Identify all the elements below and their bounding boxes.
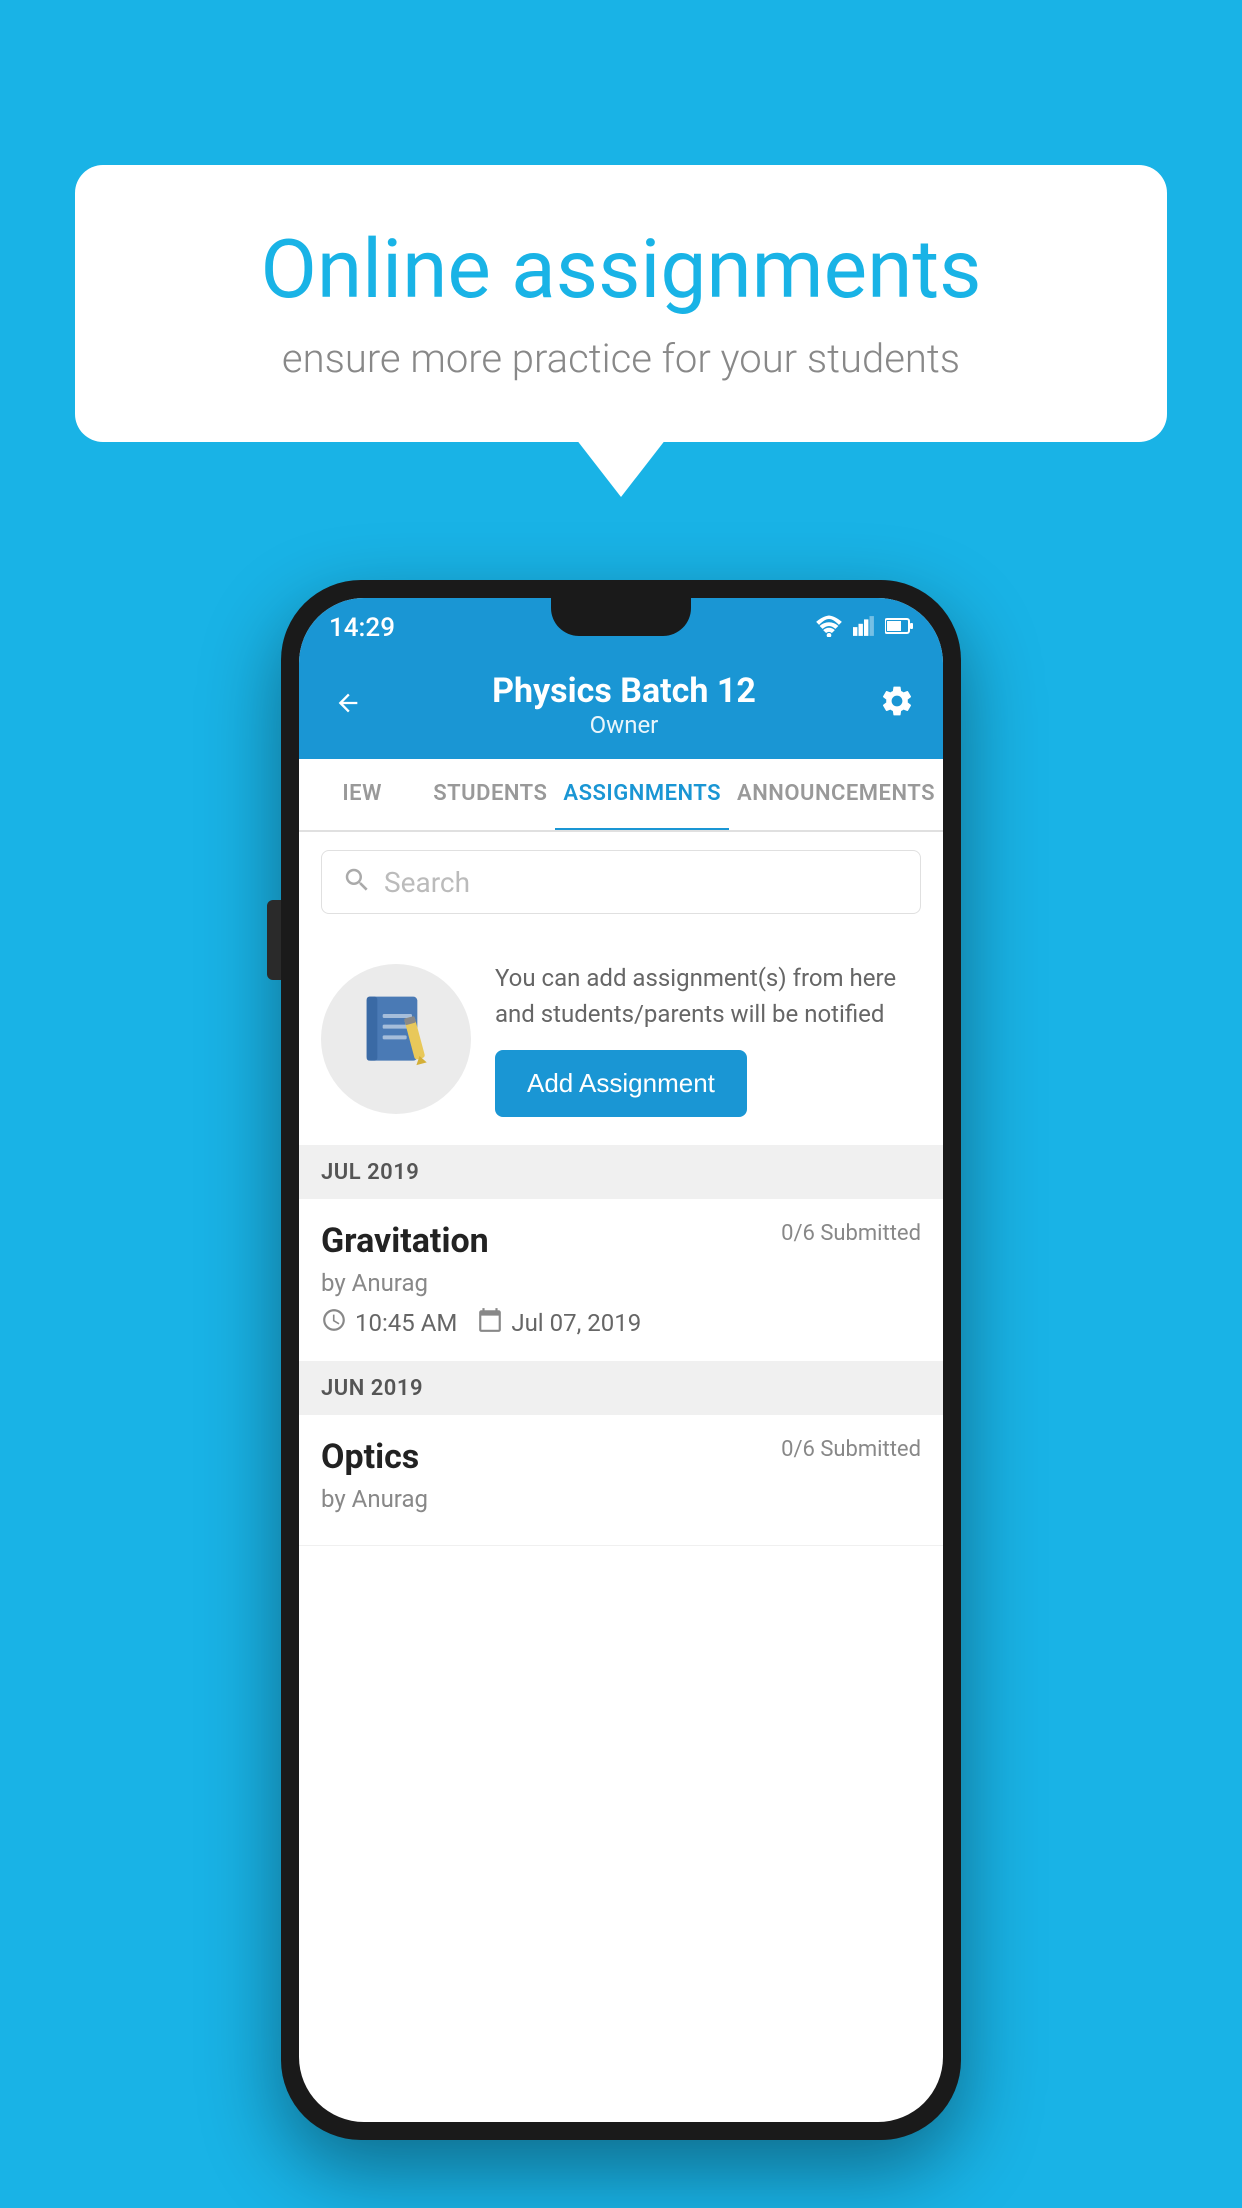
- search-icon: [342, 865, 372, 899]
- speech-bubble-subtitle: ensure more practice for your students: [145, 335, 1097, 382]
- tab-iew[interactable]: IEW: [299, 759, 425, 830]
- assignment-by-optics: by Anurag: [321, 1485, 921, 1513]
- assignment-by-gravitation: by Anurag: [321, 1269, 921, 1297]
- speech-bubble-title: Online assignments: [145, 225, 1097, 315]
- status-time: 14:29: [329, 613, 395, 643]
- notebook-icon: [356, 990, 436, 1088]
- date-meta: Jul 07, 2019: [477, 1307, 641, 1339]
- signal-icon: [853, 615, 875, 641]
- battery-icon: [885, 616, 913, 640]
- header-center: Physics Batch 12 Owner: [492, 671, 756, 739]
- tab-assignments[interactable]: ASSIGNMENTS: [555, 759, 729, 832]
- calendar-icon: [477, 1307, 503, 1339]
- tab-announcements[interactable]: ANNOUNCEMENTS: [729, 759, 943, 830]
- clock-icon: [321, 1307, 347, 1339]
- time-value: 10:45 AM: [355, 1309, 457, 1337]
- status-icons: [815, 615, 913, 641]
- add-assignment-button[interactable]: Add Assignment: [495, 1050, 747, 1117]
- phone-device: 14:29: [281, 580, 961, 2140]
- assignment-meta-gravitation: 10:45 AM Jul 07, 2019: [321, 1307, 921, 1339]
- assignment-header-row-optics: Optics 0/6 Submitted: [321, 1437, 921, 1477]
- assignment-promo: You can add assignment(s) from here and …: [299, 932, 943, 1146]
- phone-screen: 14:29: [299, 598, 943, 2122]
- assignment-name-gravitation: Gravitation: [321, 1221, 489, 1261]
- promo-content: You can add assignment(s) from here and …: [495, 960, 921, 1117]
- promo-icon-circle: [321, 964, 471, 1114]
- section-header-jul: JUL 2019: [299, 1146, 943, 1199]
- date-value: Jul 07, 2019: [511, 1309, 641, 1337]
- section-header-jun: JUN 2019: [299, 1362, 943, 1415]
- header-subtitle: Owner: [492, 711, 756, 739]
- header-title: Physics Batch 12: [492, 671, 756, 711]
- tab-students[interactable]: STUDENTS: [425, 759, 555, 830]
- tabs-container: IEW STUDENTS ASSIGNMENTS ANNOUNCEMENTS: [299, 759, 943, 832]
- assignment-item-optics[interactable]: Optics 0/6 Submitted by Anurag: [299, 1415, 943, 1546]
- search-placeholder: Search: [384, 866, 470, 899]
- back-button[interactable]: [327, 679, 369, 731]
- assignment-name-optics: Optics: [321, 1437, 419, 1477]
- wifi-icon: [815, 615, 843, 641]
- speech-bubble-container: Online assignments ensure more practice …: [75, 165, 1167, 442]
- submitted-badge-gravitation: 0/6 Submitted: [781, 1221, 921, 1246]
- phone-wrapper: 14:29: [75, 580, 1167, 2140]
- search-bar[interactable]: Search: [321, 850, 921, 914]
- speech-bubble: Online assignments ensure more practice …: [75, 165, 1167, 442]
- settings-button[interactable]: [879, 683, 915, 728]
- app-header: Physics Batch 12 Owner: [299, 653, 943, 759]
- submitted-badge-optics: 0/6 Submitted: [781, 1437, 921, 1462]
- time-meta: 10:45 AM: [321, 1307, 457, 1339]
- search-container: Search: [299, 832, 943, 932]
- promo-text: You can add assignment(s) from here and …: [495, 960, 921, 1032]
- phone-notch: [551, 598, 691, 636]
- assignment-header-row: Gravitation 0/6 Submitted: [321, 1221, 921, 1261]
- assignment-item-gravitation[interactable]: Gravitation 0/6 Submitted by Anurag 10:4…: [299, 1199, 943, 1362]
